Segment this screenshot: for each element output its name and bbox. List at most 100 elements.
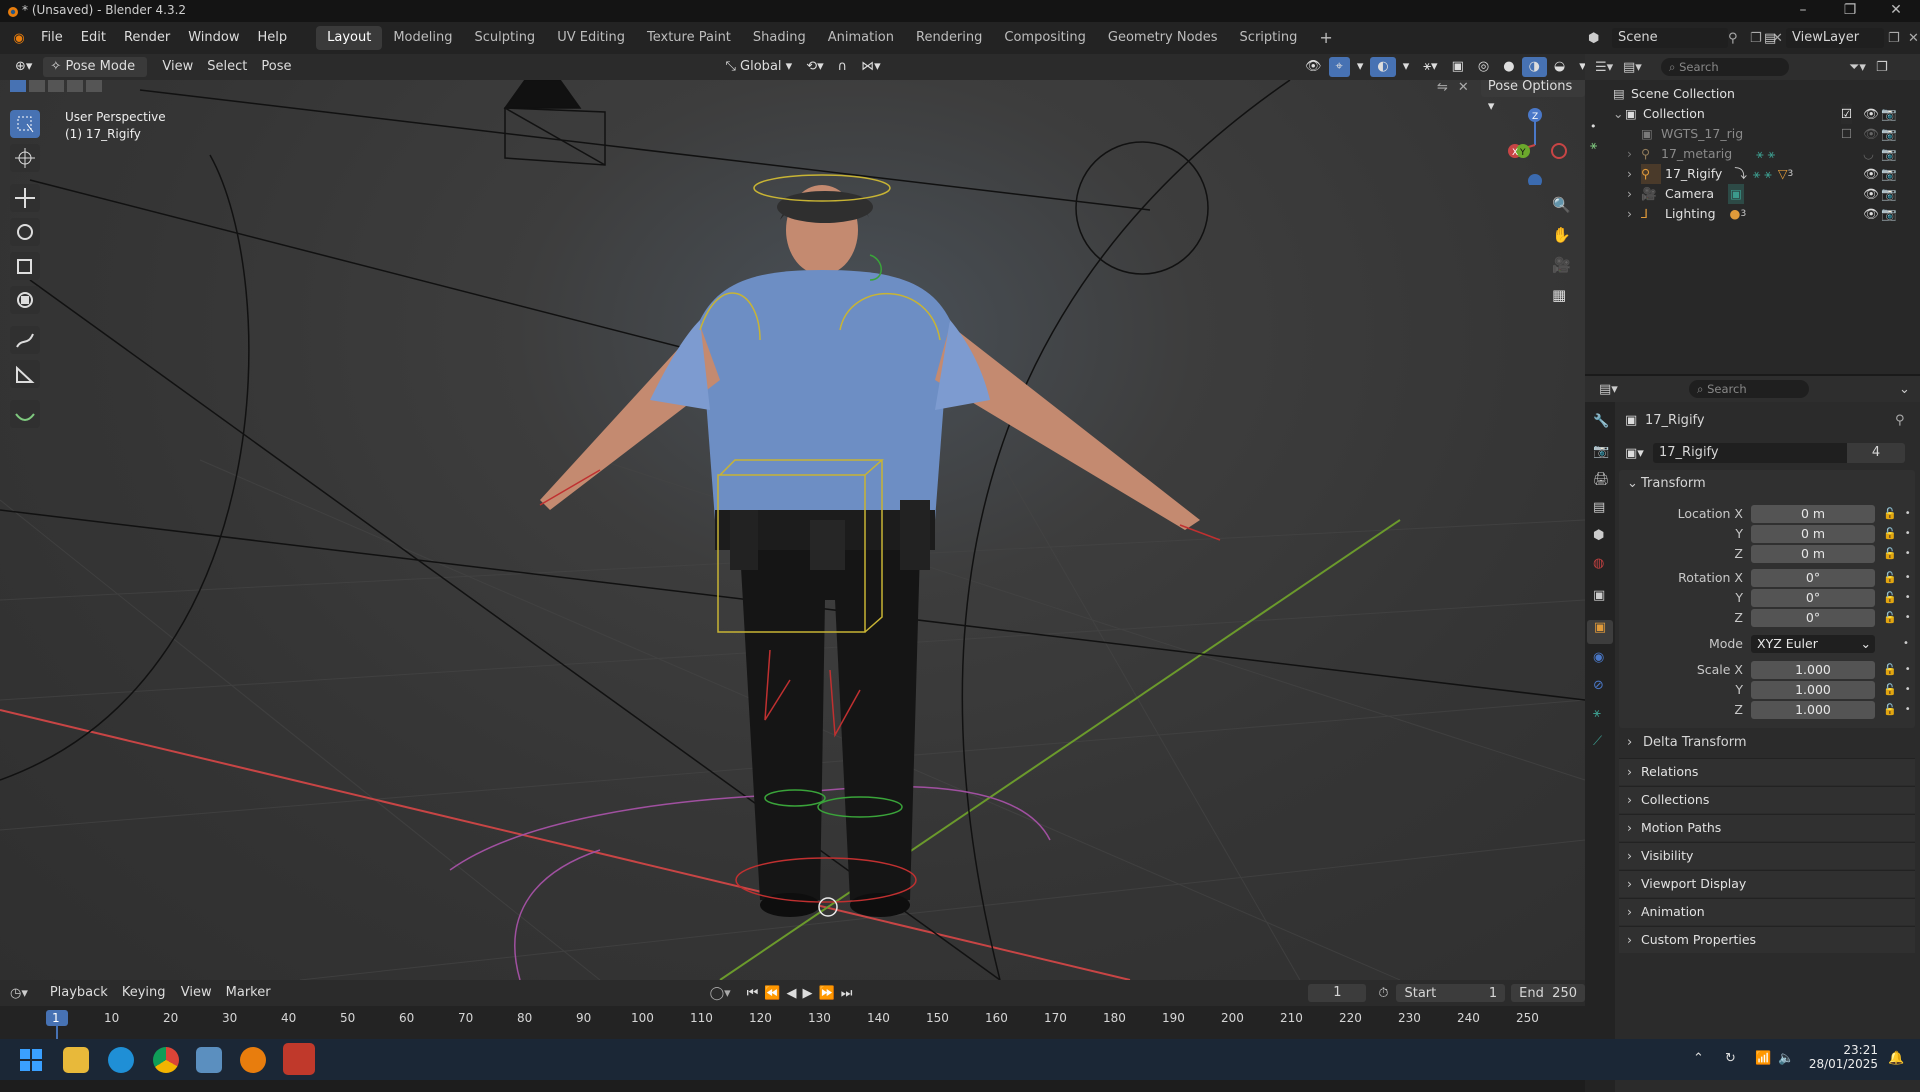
render-tab-icon[interactable]: 📷 [1593,444,1609,459]
render-icon[interactable]: 📷 [1881,124,1897,144]
rotation-y-field[interactable]: 0° [1751,589,1875,607]
timeline-view-menu[interactable]: View [174,983,219,1003]
lock-icon[interactable]: 🔓 [1883,608,1897,628]
play-icon[interactable]: ▶ [803,986,819,1001]
active-app-icon[interactable] [283,1043,315,1075]
tab-compositing[interactable]: Compositing [993,26,1097,50]
cursor-tool[interactable] [10,144,40,172]
section-motion-paths[interactable]: › Motion Paths [1619,814,1915,841]
pin-icon[interactable]: ⚲ [1895,413,1905,428]
scene-collection-row[interactable]: ▤ Scene Collection [1613,84,1913,104]
render-icon[interactable]: 📷 [1881,204,1897,224]
outliner-item-rigify[interactable]: › ⚲ 17_Rigify ⤵ ⚹ ⚹ ▽ 3 👁 📷 [1627,164,1913,184]
properties-search[interactable]: ⌕ Search [1689,380,1809,398]
pivot-point-icon[interactable]: ⟲▾ [799,57,830,77]
physics-tab-icon[interactable]: ◉ [1593,650,1604,665]
measure-tool[interactable] [10,360,40,388]
visibility-icon[interactable]: 👁 [1863,204,1879,224]
lock-icon[interactable]: 🔓 [1883,660,1897,680]
hidden-icon[interactable]: ◡ [1863,144,1874,164]
overlays-dropdown-icon[interactable]: ▾ [1396,57,1417,77]
current-frame-field[interactable]: 1 [1308,984,1367,1002]
scale-tool[interactable] [10,252,40,280]
chrome-browser-icon[interactable] [153,1047,179,1073]
frame-ruler[interactable]: 1 10 20 30 40 50 60 70 80 90 100 110 120… [0,1006,1585,1039]
section-animation[interactable]: › Animation [1619,898,1915,925]
location-x-field[interactable]: 0 m [1751,505,1875,523]
3d-viewport[interactable]: User Perspective (1) 17_Rigify ⇋ ✕ Pose … [0,80,1585,980]
sync-icon[interactable]: ↻ [1725,1051,1736,1066]
bone-overlay-icon[interactable]: ⚹▾ [1416,57,1444,77]
section-viewport-display[interactable]: › Viewport Display [1619,870,1915,897]
end-frame-field[interactable]: End 250 [1511,984,1585,1002]
volume-icon[interactable]: 🔈 [1778,1051,1794,1066]
tab-geometry-nodes[interactable]: Geometry Nodes [1097,26,1229,50]
keyframe-dot-icon[interactable]: • [1905,608,1911,628]
notifications-icon[interactable]: 🔔 [1888,1051,1904,1066]
add-workspace-icon[interactable]: + [1308,26,1343,50]
tab-uv-editing[interactable]: UV Editing [546,26,636,50]
section-relations[interactable]: › Relations [1619,758,1915,785]
tab-texture-paint[interactable]: Texture Paint [636,26,742,50]
keyframe-dot-icon[interactable]: • [1903,634,1909,654]
navigation-gizmo[interactable]: Z X Y [1495,105,1575,185]
object-browse-icon[interactable]: ▣▾ [1625,446,1653,461]
tab-animation[interactable]: Animation [817,26,905,50]
zoom-icon[interactable]: 🔍 [1552,196,1571,214]
move-tool[interactable] [10,184,40,212]
scene-tab-icon[interactable]: ⬢ [1593,528,1604,543]
expand-icon[interactable]: › [1627,184,1641,204]
mirror-x-icon[interactable]: ✕ [1458,80,1475,95]
transform-tool[interactable] [10,286,40,314]
file-explorer-icon[interactable] [63,1047,89,1073]
select-subtract-icon[interactable] [48,80,64,92]
solid-shading-icon[interactable]: ● [1496,57,1521,77]
overlays-toggle-icon[interactable]: ◐ [1370,57,1396,77]
keying-menu[interactable]: Keying ▾ [115,983,174,1020]
lock-icon[interactable]: 🔓 [1883,588,1897,608]
keyframe-dot-icon[interactable]: • [1905,504,1911,524]
edge-browser-icon[interactable] [108,1047,134,1073]
collection-checkbox[interactable]: ☑ [1841,104,1853,124]
outliner-editor-icon[interactable]: ☰▾ [1595,60,1623,75]
view-layer-name[interactable]: ViewLayer [1786,28,1884,48]
section-custom-properties[interactable]: › Custom Properties [1619,926,1915,953]
collection-tab-icon[interactable]: ▣ [1593,588,1605,603]
collection-row[interactable]: ⌄ ▣ Collection ☑ 👁 📷 [1613,104,1913,124]
object-tab-icon[interactable]: ▣ [1587,620,1613,644]
mirror-icon[interactable]: ⇋ [1437,80,1458,95]
menu-file[interactable]: File [32,26,72,50]
keyframe-dot-icon[interactable]: • [1905,680,1911,700]
keyframe-dot-icon[interactable]: • [1905,588,1911,608]
rotation-x-field[interactable]: 0° [1751,569,1875,587]
menu-help[interactable]: Help [249,26,297,50]
user-count[interactable]: 4 [1847,443,1905,463]
keyframe-dot-icon[interactable]: • [1905,524,1911,544]
scale-y-field[interactable]: 1.000 [1751,681,1875,699]
menu-pose[interactable]: Pose [254,57,298,77]
blender-menu-icon[interactable]: ◉ [6,31,32,46]
object-name-input[interactable]: 17_Rigify [1653,443,1847,463]
wifi-icon[interactable]: 📶 [1755,1051,1771,1066]
xray-toggle-icon[interactable]: ▣ [1445,57,1471,77]
next-keyframe-icon[interactable]: ⏩ [819,986,841,1001]
visibility-icon[interactable]: 👁 [1863,164,1879,184]
view-layer-tab-icon[interactable]: ▤ [1593,500,1605,515]
armature-data-tab-icon[interactable]: ⚹ [1593,706,1601,721]
jump-end-icon[interactable]: ⏭ [841,986,859,1001]
lock-icon[interactable]: 🔓 [1883,680,1897,700]
auto-keying-icon[interactable]: ◯▾ [710,986,731,1001]
bone-tab-icon[interactable]: ⟋ [1593,734,1602,749]
lock-icon[interactable]: 🔓 [1883,524,1897,544]
section-collections[interactable]: › Collections [1619,786,1915,813]
output-tab-icon[interactable]: 🖨 [1593,472,1610,487]
properties-options-icon[interactable]: ⌄ [1899,382,1910,397]
tray-chevron-icon[interactable]: ⌃ [1693,1051,1704,1066]
scale-x-field[interactable]: 1.000 [1751,661,1875,679]
scene-selector[interactable]: ⬢ Scene ⚲ ❐ ✕ [1588,26,1786,50]
tab-rendering[interactable]: Rendering [905,26,993,50]
rotation-z-field[interactable]: 0° [1751,609,1875,627]
lock-icon[interactable]: 🔓 [1883,544,1897,564]
gizmo-toggle-icon[interactable]: ⌖ [1328,57,1350,77]
camera-view-icon[interactable]: 🎥 [1552,256,1571,274]
